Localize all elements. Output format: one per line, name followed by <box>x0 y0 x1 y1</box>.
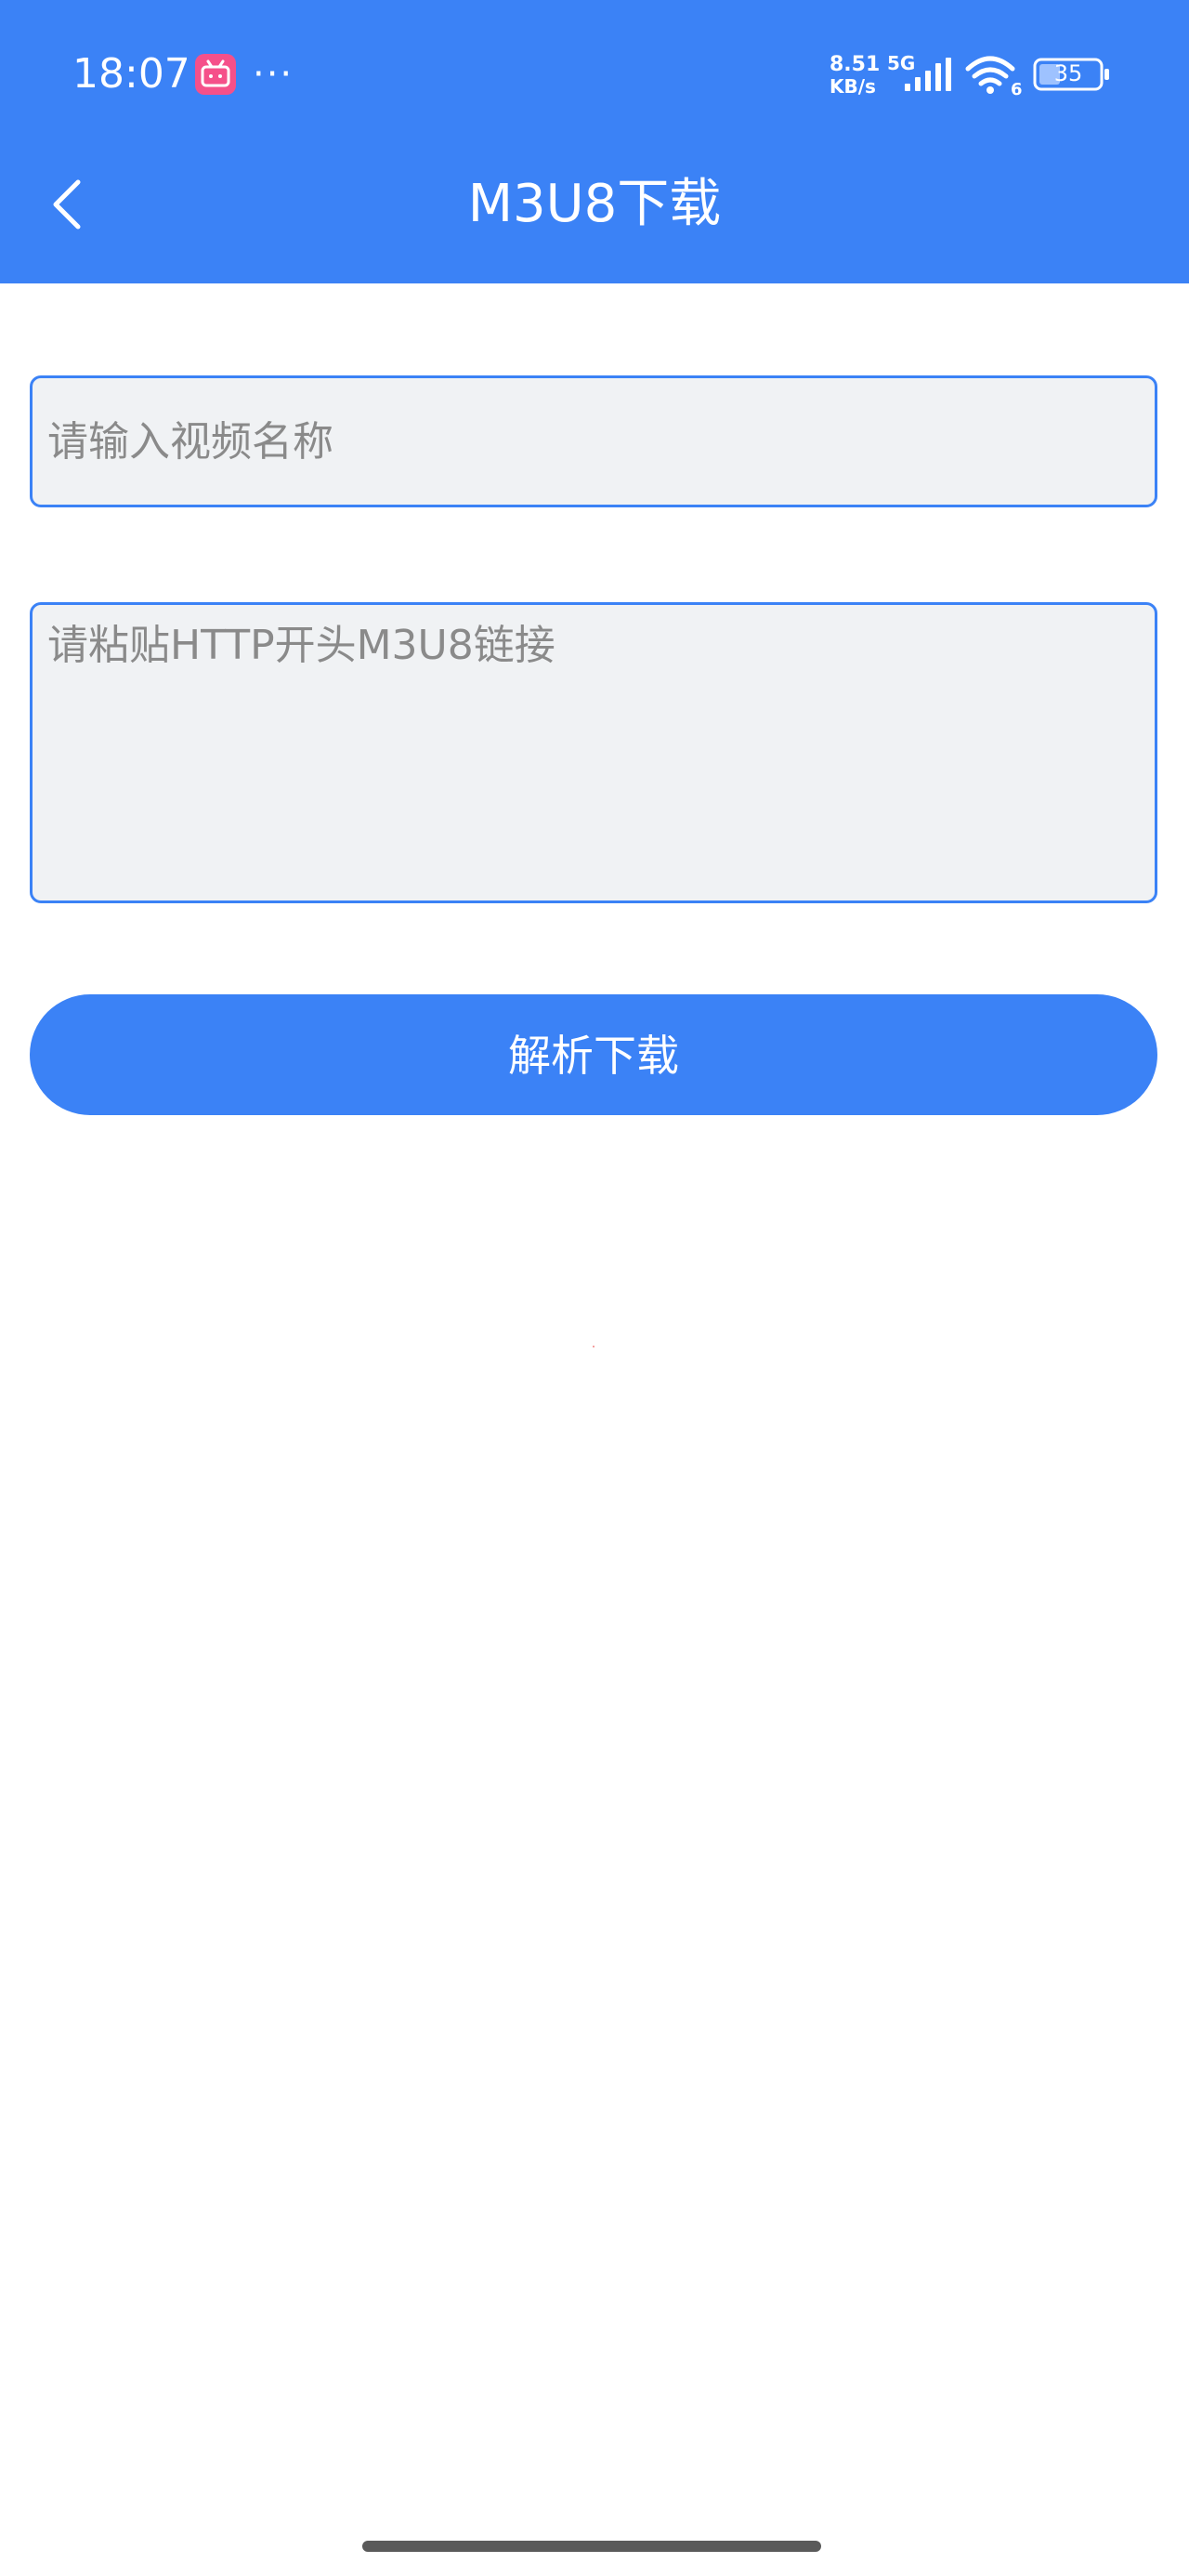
status-time: 18:07 <box>72 50 190 98</box>
wifi-icon: 6 <box>964 54 1023 100</box>
network-speed-value: 8.51 <box>830 53 881 76</box>
battery-level: 35 <box>1053 60 1083 86</box>
title-bar: M3U8下载 <box>0 139 1189 283</box>
home-indicator[interactable] <box>362 2541 821 2552</box>
m3u8-download-screen: 18:07 ··· 8.51 KB/s 5G 6 35 M3U8下载 请输入视频… <box>0 0 1189 2576</box>
bilibili-app-icon <box>195 54 236 95</box>
status-bar: 18:07 ··· 8.51 KB/s 5G 6 35 <box>0 0 1189 139</box>
network-speed: 8.51 KB/s <box>830 53 885 98</box>
network-speed-unit: KB/s <box>830 75 876 98</box>
m3u8-url-textarea[interactable] <box>30 602 1157 903</box>
more-notifications-indicator: ··· <box>253 53 294 96</box>
app-header: 18:07 ··· 8.51 KB/s 5G 6 35 M3U8下载 <box>0 0 1189 283</box>
signal-icon <box>905 58 951 91</box>
video-name-input[interactable] <box>30 375 1157 507</box>
page-title: M3U8下载 <box>467 174 722 234</box>
parse-download-button[interactable]: 解析下载 <box>30 994 1157 1115</box>
decorative-dot <box>593 1346 594 1347</box>
wifi-sub-label: 6 <box>1011 80 1022 97</box>
